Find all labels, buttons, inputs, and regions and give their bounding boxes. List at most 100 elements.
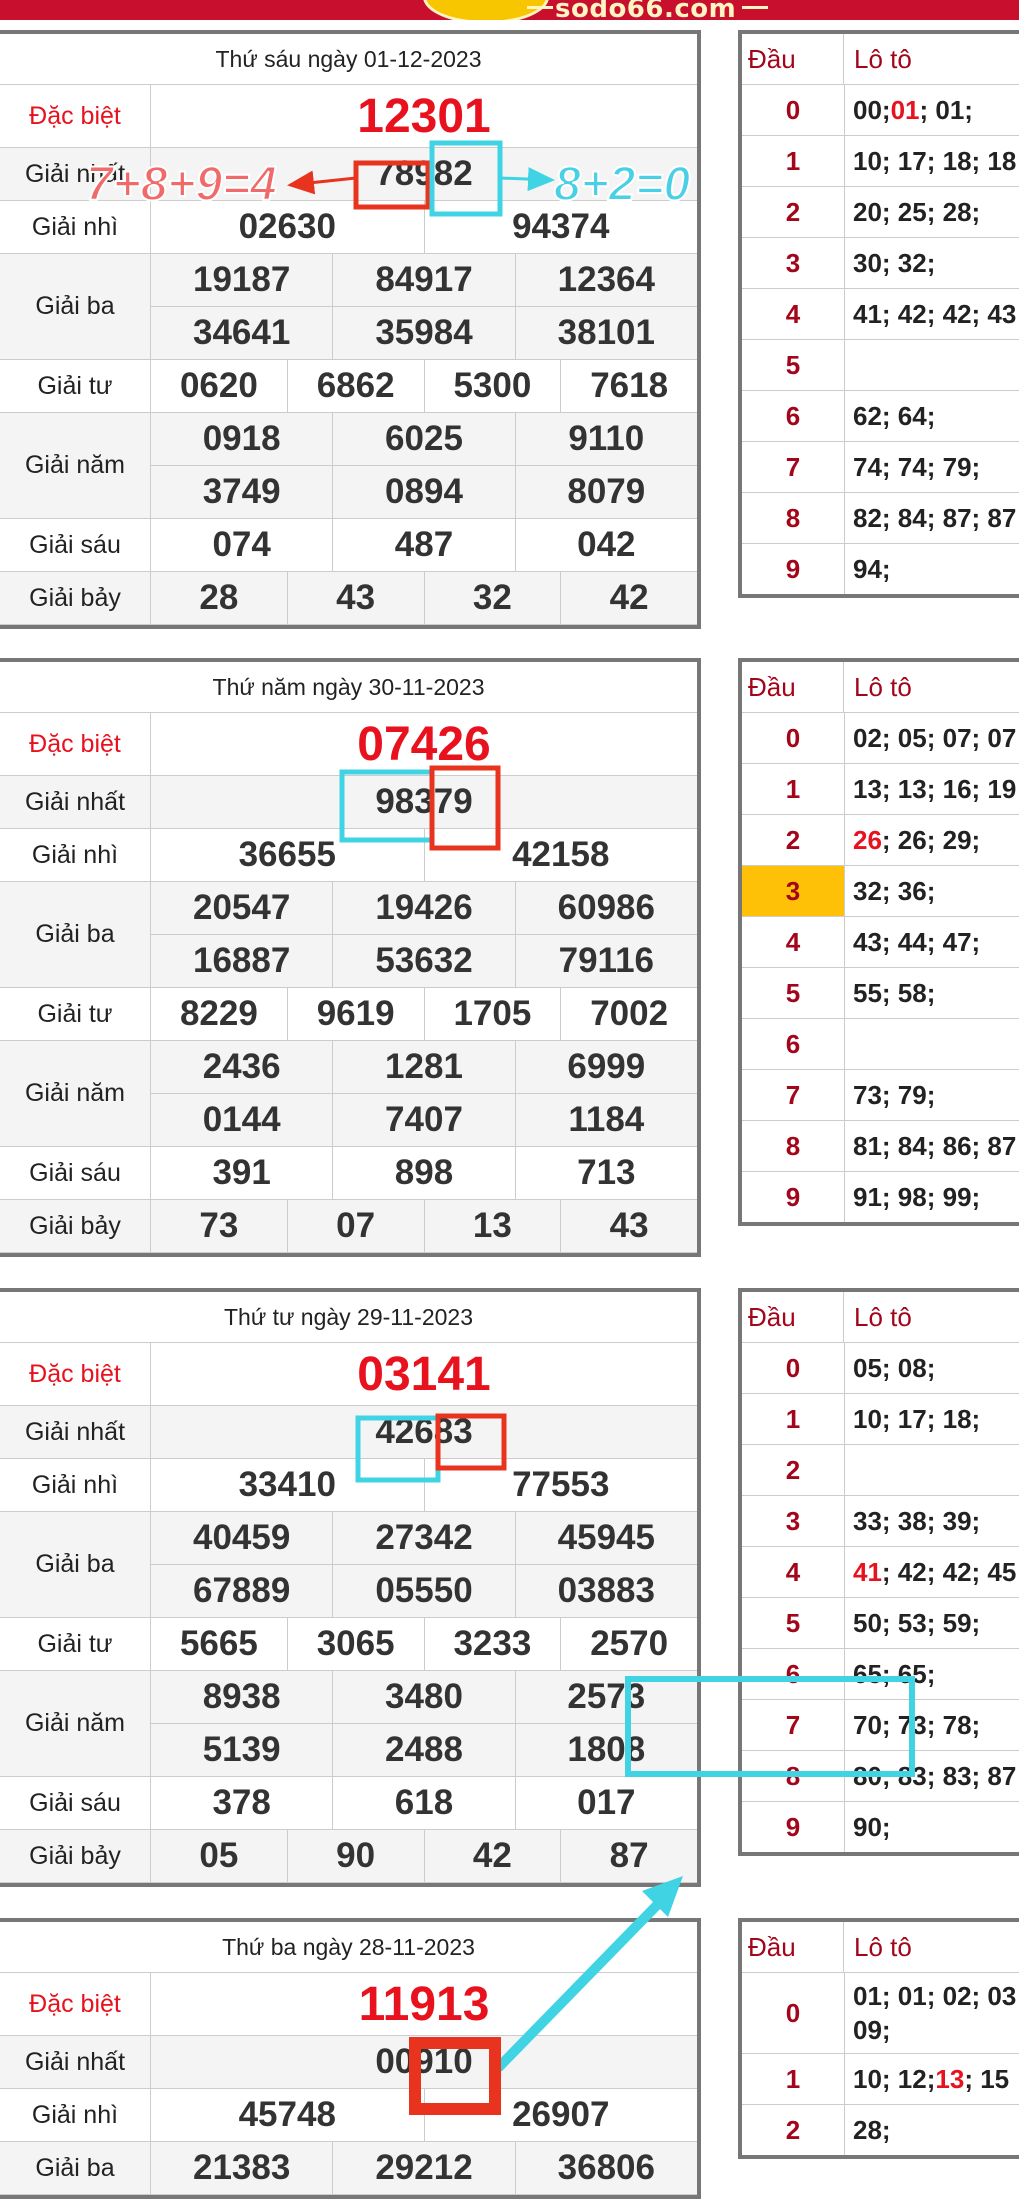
loto-value: 55; 58;	[853, 977, 936, 1008]
loto-value: 13; 13; 16; 19	[853, 773, 1017, 804]
loto-header: Đầu Lô tô	[742, 662, 1019, 713]
prize-number: 0918	[202, 419, 281, 458]
loto-row: 8 81; 84; 86; 87	[742, 1121, 1019, 1172]
loto-row: 1 10; 12; 13; 15	[742, 2054, 1019, 2105]
loto-dau: 2	[742, 2105, 845, 2155]
prize-label: Giải nhì	[0, 2089, 151, 2141]
loto-value-highlight: 01	[890, 94, 920, 125]
loto-dau: 2	[742, 187, 845, 237]
prize-label: Giải bảy	[0, 1830, 151, 1882]
prize-number: 12301	[357, 89, 491, 143]
prize-number: 618	[332, 1777, 514, 1829]
loto-row: 9 91; 98; 99;	[742, 1172, 1019, 1222]
loto-value: ; 15	[964, 2063, 1010, 2094]
prize-number: 11913	[358, 1977, 490, 2031]
loto-values: 55; 58;	[845, 968, 935, 1018]
prize-number: 13	[423, 1200, 561, 1252]
prize-number: 07426	[357, 717, 491, 771]
draw-date: Thứ ba ngày 28-11-2023	[0, 1922, 697, 1973]
prize-number: 9619	[286, 988, 424, 1040]
prize-number: 1808	[514, 1724, 697, 1776]
prize-label: Giải nhất	[0, 776, 151, 828]
prize-number: 98379	[375, 782, 473, 821]
loto-value: ; 01;	[919, 94, 973, 125]
loto-value: 50; 53; 59;	[853, 1607, 981, 1638]
loto-row: 4 43; 44; 47;	[742, 917, 1019, 968]
loto-values: 65; 65;	[845, 1649, 935, 1699]
prize-number: 1705	[423, 988, 561, 1040]
loto-table: Đầu Lô tô 0 01; 01; 02; 03 09; 1 10; 12; 13; …	[738, 1918, 1019, 2159]
prize-number: 3233	[423, 1618, 561, 1670]
loto-header-dau: Đầu	[742, 1922, 844, 1972]
prize-number: 84917	[332, 254, 514, 306]
prize-number: 36655	[238, 835, 336, 874]
loto-values: 01; 01; 02; 03 09;	[845, 1973, 1019, 2053]
loto-row: 7 70; 73; 78;	[742, 1700, 1019, 1751]
prize-number: 67889	[193, 1571, 291, 1610]
loto-row: 2 26; 26; 29;	[742, 815, 1019, 866]
loto-value: 74; 74; 79;	[853, 451, 981, 482]
prize-number: 042	[514, 519, 697, 571]
loto-values: 41; 42; 42; 43	[845, 289, 1016, 339]
loto-value: 05; 08;	[853, 1352, 936, 1383]
loto-value: 02; 05; 07; 07	[853, 722, 1017, 753]
prize-number: 378	[212, 1783, 271, 1822]
prize-label: Giải sáu	[0, 1147, 151, 1199]
loto-row: 4 41; 42; 42; 43	[742, 289, 1019, 340]
loto-row: 7 73; 79;	[742, 1070, 1019, 1121]
results-table: Thứ năm ngày 30-11-2023 Đặc biệt 07426 Giải…	[0, 658, 701, 1257]
loto-values: 94;	[845, 544, 891, 594]
loto-row: 8 80; 83; 83; 87	[742, 1751, 1019, 1802]
loto-value: 94;	[853, 553, 891, 584]
loto-value: 00;	[853, 94, 891, 125]
loto-value: 80; 83; 83; 87	[853, 1760, 1017, 1791]
loto-dau: 8	[742, 1751, 845, 1801]
prize-row: Giải tư 5665 3065 3233 2570	[0, 1618, 697, 1671]
prize-row: Giải bảy 73 07 13 43	[0, 1200, 697, 1253]
loto-header-loto: Lô tô	[854, 671, 912, 702]
loto-row: 3 30; 32;	[742, 238, 1019, 289]
prize-number: 35984	[332, 307, 514, 359]
prize-row: Giải sáu 391 898 713	[0, 1147, 697, 1200]
prize-label: Đặc biệt	[0, 1343, 151, 1405]
prize-label: Giải ba	[0, 254, 151, 359]
prize-label: Giải năm	[0, 413, 151, 518]
loto-dau: 2	[742, 815, 845, 865]
prize-label: Giải sáu	[0, 519, 151, 571]
prize-row: Giải bảy 05 90 42 87	[0, 1830, 697, 1883]
loto-row: 1 10; 17; 18;	[742, 1394, 1019, 1445]
prize-row: Giải nhì 02630 94374	[0, 201, 697, 254]
loto-dau: 9	[742, 1802, 845, 1852]
loto-value-highlight: 13	[935, 2063, 965, 2094]
prize-label: Giải tư	[0, 1618, 151, 1670]
loto-dau: 0	[742, 1973, 845, 2053]
draw-date: Thứ sáu ngày 01-12-2023	[0, 34, 697, 85]
loto-values: 10; 17; 18;	[845, 1394, 980, 1444]
prize-number: 8938	[202, 1677, 281, 1716]
loto-dau: 1	[742, 2054, 845, 2104]
logo-dash-left	[527, 6, 553, 9]
prize-label: Giải nhì	[0, 201, 151, 253]
prize-number: 36806	[514, 2142, 697, 2194]
loto-value: 43; 44; 47;	[853, 926, 981, 957]
prize-number: 074	[212, 525, 271, 564]
loto-values: 20; 25; 28;	[845, 187, 980, 237]
prize-number: 487	[332, 519, 514, 571]
prize-row: Giải bảy 28 43 32 42	[0, 572, 697, 625]
prize-number: 60986	[514, 882, 697, 934]
prize-row: Giải ba 20547 19426 60986 16887 53632 79116	[0, 882, 697, 988]
loto-header-dau: Đầu	[742, 1292, 844, 1342]
prize-label: Giải ba	[0, 1512, 151, 1617]
prize-number: 05	[199, 1836, 239, 1875]
prize-row: Giải nhì 45748 26907	[0, 2089, 697, 2142]
loto-value: ; 42; 42; 45	[881, 1556, 1017, 1587]
prize-number: 45748	[238, 2095, 336, 2134]
prize-row: Giải nhất 42683	[0, 1406, 697, 1459]
prize-number: 5665	[179, 1624, 258, 1663]
site-logo[interactable]: sodo66.com	[555, 0, 736, 20]
prize-number: 94374	[423, 201, 698, 253]
loto-dau: 3	[742, 866, 845, 916]
prize-number: 0894	[332, 466, 514, 518]
prize-number: 03883	[514, 1565, 697, 1617]
prize-number: 017	[514, 1777, 697, 1829]
